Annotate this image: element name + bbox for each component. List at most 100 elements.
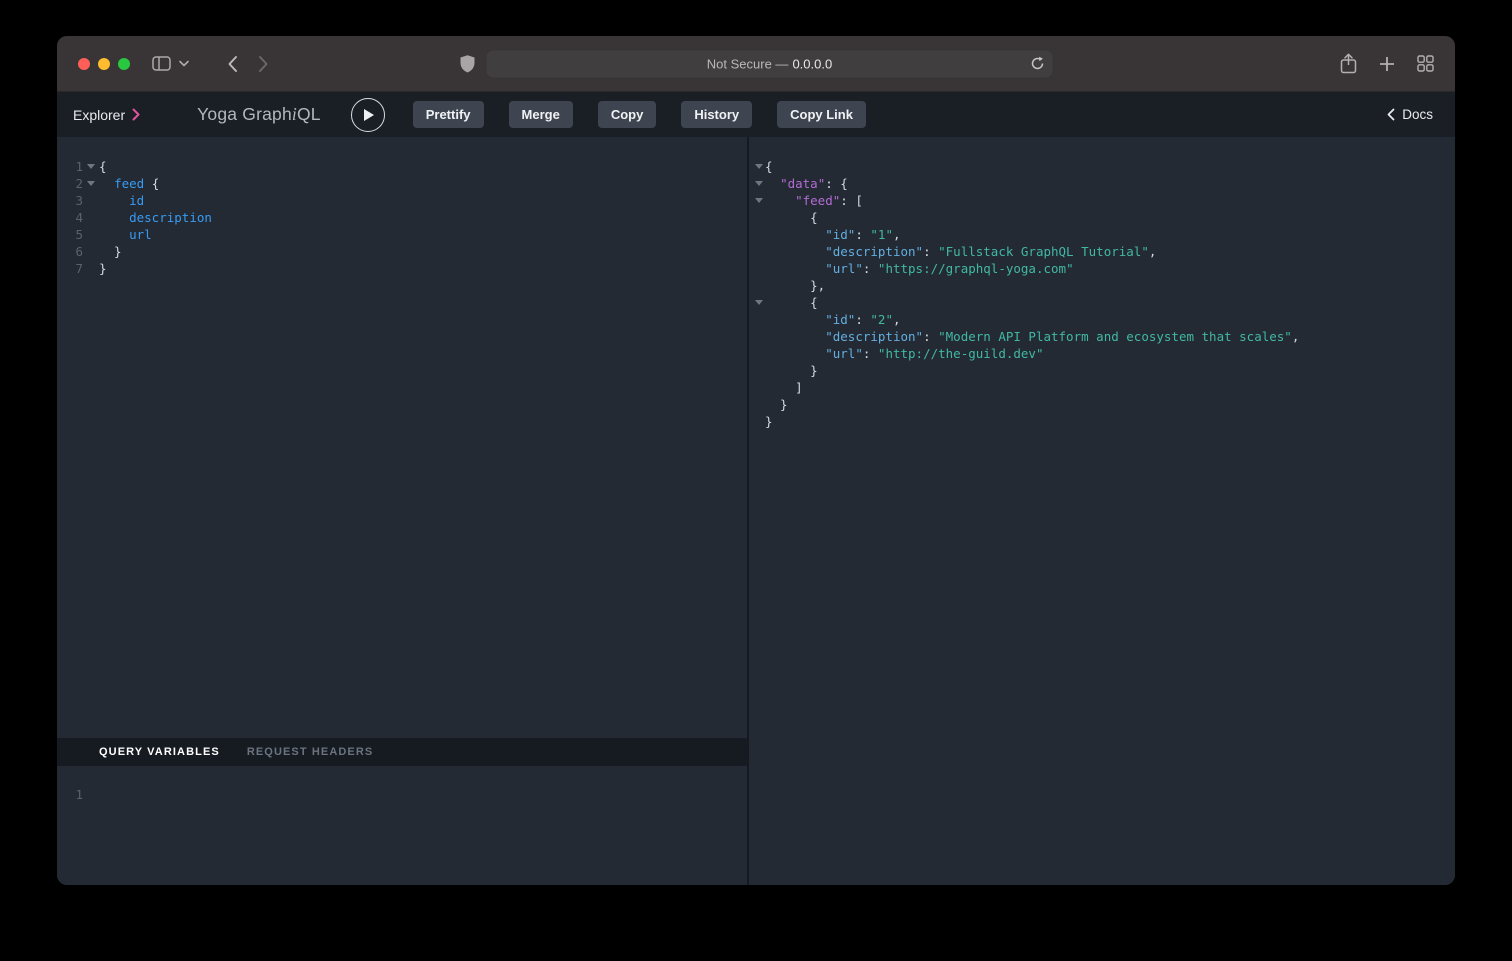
address-bar[interactable]: Not Secure — 0.0.0.0 [487, 50, 1053, 77]
code-text: url [99, 227, 152, 242]
graphiql-toolbar: Explorer Yoga GraphiQL Prettify Merge Co… [57, 92, 1455, 137]
fold-arrow-icon[interactable] [755, 300, 763, 305]
code-text: id [99, 193, 144, 208]
explorer-toggle-button[interactable]: Explorer [73, 107, 140, 123]
yoga-graphiql-logo: Yoga GraphiQL [197, 104, 321, 125]
code-line: "id": "1", [753, 226, 1455, 243]
shield-icon [460, 54, 476, 73]
zoom-button[interactable] [118, 58, 130, 70]
sidebar-icon [152, 56, 171, 71]
fold-gutter [753, 198, 765, 203]
code-line: { [753, 158, 1455, 175]
merge-button[interactable]: Merge [509, 101, 573, 128]
fold-gutter [83, 164, 99, 169]
fold-arrow-icon[interactable] [87, 164, 95, 169]
variables-editor[interactable]: 1 [57, 766, 747, 885]
code-text: "id": "2", [765, 312, 901, 327]
plus-icon [1379, 56, 1395, 72]
code-line: 6 } [61, 243, 747, 260]
share-icon [1340, 53, 1357, 74]
code-line: 4 description [61, 209, 747, 226]
code-text: } [765, 414, 773, 429]
chevron-down-icon [179, 60, 189, 67]
code-text: } [765, 397, 788, 412]
traffic-lights [78, 58, 130, 70]
code-line: "description": "Fullstack GraphQL Tutori… [753, 243, 1455, 260]
code-line: "id": "2", [753, 311, 1455, 328]
close-button[interactable] [78, 58, 90, 70]
back-button[interactable] [227, 55, 238, 73]
code-line: } [753, 413, 1455, 430]
query-editor[interactable]: 1{2 feed {3 id4 description5 url6 }7} [57, 137, 747, 738]
code-line: "feed": [ [753, 192, 1455, 209]
chevron-left-icon [227, 55, 238, 73]
chevron-left-icon [1387, 108, 1395, 121]
fold-arrow-icon[interactable] [755, 198, 763, 203]
execute-query-button[interactable] [351, 98, 385, 132]
fold-arrow-icon[interactable] [755, 181, 763, 186]
code-text: "id": "1", [765, 227, 901, 242]
response-viewer[interactable]: { "data": { "feed": [ { "id": "1", "desc… [749, 137, 1455, 430]
desktop-background: Not Secure — 0.0.0.0 [0, 0, 1512, 961]
code-line: "url": "http://the-guild.dev" [753, 345, 1455, 362]
response-panel: { "data": { "feed": [ { "id": "1", "desc… [749, 137, 1455, 885]
copy-button[interactable]: Copy [598, 101, 657, 128]
explorer-label: Explorer [73, 107, 125, 123]
code-text: }, [765, 278, 825, 293]
browser-window: Not Secure — 0.0.0.0 [57, 36, 1455, 885]
code-text: "description": "Fullstack GraphQL Tutori… [765, 244, 1156, 259]
tab-query-variables[interactable]: QUERY VARIABLES [99, 746, 220, 758]
code-line: }, [753, 277, 1455, 294]
line-number: 5 [61, 227, 83, 242]
code-line: "url": "https://graphql-yoga.com" [753, 260, 1455, 277]
line-number: 6 [61, 244, 83, 259]
code-line: ] [753, 379, 1455, 396]
copy-link-button[interactable]: Copy Link [777, 101, 866, 128]
docs-label: Docs [1402, 107, 1433, 122]
code-line: { [753, 294, 1455, 311]
editor-split-view: 1{2 feed {3 id4 description5 url6 }7} QU… [57, 137, 1455, 885]
tab-overview-button[interactable] [1417, 55, 1434, 72]
minimize-button[interactable] [98, 58, 110, 70]
line-number: 7 [61, 261, 83, 276]
security-status-text: Not Secure — [707, 56, 789, 71]
fold-gutter [83, 181, 99, 186]
docs-button[interactable]: Docs [1387, 107, 1433, 122]
line-number: 2 [61, 176, 83, 191]
toolbar-right-actions [1340, 53, 1434, 74]
chevron-right-icon [132, 108, 140, 121]
fold-gutter [753, 300, 765, 305]
forward-button[interactable] [258, 55, 269, 73]
chevron-right-icon [258, 55, 269, 73]
grid-icon [1417, 55, 1434, 72]
fold-arrow-icon[interactable] [755, 164, 763, 169]
prettify-button[interactable]: Prettify [413, 101, 484, 128]
share-button[interactable] [1340, 53, 1357, 74]
code-line: } [753, 396, 1455, 413]
sidebar-toggle-button[interactable] [152, 56, 171, 71]
play-icon [364, 109, 374, 121]
sidebar-controls [152, 56, 189, 71]
code-text: { [765, 159, 773, 174]
code-text: "url": "https://graphql-yoga.com" [765, 261, 1074, 276]
line-number: 1 [61, 159, 83, 174]
code-text: { [99, 159, 107, 174]
code-text: ] [765, 380, 803, 395]
privacy-report-button[interactable] [460, 54, 476, 73]
code-text: "url": "http://the-guild.dev" [765, 346, 1044, 361]
code-line: 1{ [61, 158, 747, 175]
fold-gutter [753, 181, 765, 186]
address-host-text: 0.0.0.0 [792, 56, 832, 71]
code-text: } [99, 244, 122, 259]
tab-group-menu-button[interactable] [179, 60, 189, 67]
fold-gutter [753, 164, 765, 169]
tab-request-headers[interactable]: REQUEST HEADERS [247, 746, 374, 758]
fold-arrow-icon[interactable] [87, 181, 95, 186]
code-line: 1 [61, 786, 747, 803]
history-button[interactable]: History [681, 101, 752, 128]
reload-button[interactable] [1031, 56, 1045, 71]
new-tab-button[interactable] [1379, 56, 1395, 72]
code-text: } [765, 363, 818, 378]
code-line: "description": "Modern API Platform and … [753, 328, 1455, 345]
line-number: 3 [61, 193, 83, 208]
